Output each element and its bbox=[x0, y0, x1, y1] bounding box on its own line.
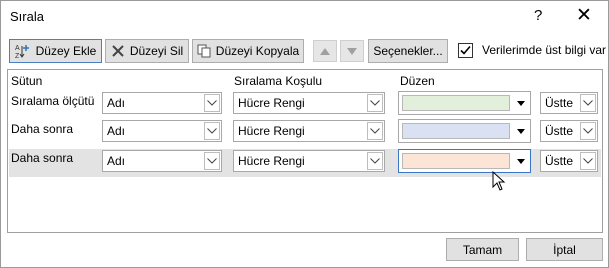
color-swatch bbox=[402, 153, 510, 169]
column-select-value: Adı bbox=[107, 96, 126, 110]
copy-icon bbox=[197, 44, 211, 58]
move-down-button[interactable] bbox=[340, 40, 364, 62]
column-header: Sütun bbox=[11, 74, 43, 88]
chevron-down-icon bbox=[367, 94, 383, 112]
chevron-down-icon bbox=[367, 152, 383, 170]
add-level-icon: A Z bbox=[15, 43, 31, 59]
mouse-cursor-icon bbox=[492, 170, 506, 194]
chevron-down-icon bbox=[580, 94, 596, 112]
color-swatch bbox=[402, 95, 510, 111]
position-select[interactable]: Üstte bbox=[540, 92, 598, 114]
position-select-value: Üstte bbox=[545, 96, 574, 110]
sort-on-select[interactable]: Hücre Rengi bbox=[233, 92, 385, 114]
color-select[interactable] bbox=[398, 119, 531, 143]
title-bar: Sırala ? ✕ bbox=[1, 1, 608, 33]
cancel-label: İptal bbox=[553, 242, 576, 257]
svg-text:A: A bbox=[15, 45, 20, 52]
sort-on-select[interactable]: Hücre Rengi bbox=[233, 150, 385, 172]
svg-text:Z: Z bbox=[15, 53, 20, 59]
chevron-down-icon bbox=[204, 152, 220, 170]
color-select[interactable] bbox=[398, 91, 531, 115]
ok-button[interactable]: Tamam bbox=[446, 238, 519, 261]
delete-level-label: Düzeyi Sil bbox=[129, 44, 184, 58]
chevron-down-icon bbox=[367, 122, 383, 140]
chevron-down-icon bbox=[204, 94, 220, 112]
help-button[interactable]: ? bbox=[534, 7, 542, 24]
sort-levels-grid: Sütun Sıralama Koşulu Düzen Sıralama ölç… bbox=[7, 69, 603, 233]
ok-label: Tamam bbox=[462, 242, 503, 257]
dropdown-arrow-icon bbox=[513, 151, 529, 171]
position-select[interactable]: Üstte bbox=[540, 120, 598, 142]
move-up-icon bbox=[320, 44, 330, 58]
color-select[interactable] bbox=[398, 149, 531, 173]
headers-checkbox[interactable] bbox=[458, 43, 473, 58]
color-swatch bbox=[402, 123, 510, 139]
row-label: Daha sonra bbox=[11, 151, 74, 165]
column-select[interactable]: Adı bbox=[102, 120, 222, 142]
options-button[interactable]: Seçenekler... bbox=[368, 39, 448, 63]
chevron-down-icon bbox=[580, 122, 596, 140]
dialog-title: Sırala bbox=[10, 9, 44, 24]
sort-on-header: Sıralama Koşulu bbox=[234, 74, 323, 88]
dropdown-arrow-icon bbox=[513, 93, 529, 113]
move-down-icon bbox=[347, 44, 357, 58]
column-select[interactable]: Adı bbox=[102, 150, 222, 172]
move-up-button[interactable] bbox=[313, 40, 337, 62]
sort-dialog: Sırala ? ✕ A Z Düzey Ekle Düzeyi Sil Düz… bbox=[0, 0, 609, 268]
sort-on-select[interactable]: Hücre Rengi bbox=[233, 120, 385, 142]
position-select-value: Üstte bbox=[545, 154, 574, 168]
sort-on-select-value: Hücre Rengi bbox=[238, 154, 305, 168]
sort-on-select-value: Hücre Rengi bbox=[238, 96, 305, 110]
add-level-button[interactable]: A Z Düzey Ekle bbox=[9, 39, 102, 63]
position-select[interactable]: Üstte bbox=[540, 150, 598, 172]
row-label: Daha sonra bbox=[11, 122, 74, 136]
headers-checkbox-label: Verilerimde üst bilgi var bbox=[482, 43, 607, 57]
copy-level-label: Düzeyi Kopyala bbox=[215, 44, 300, 58]
column-select-value: Adı bbox=[107, 124, 126, 138]
column-select-value: Adı bbox=[107, 154, 126, 168]
delete-icon bbox=[111, 44, 125, 58]
add-level-label: Düzey Ekle bbox=[35, 44, 97, 58]
copy-level-button[interactable]: Düzeyi Kopyala bbox=[192, 39, 304, 63]
chevron-down-icon bbox=[204, 122, 220, 140]
chevron-down-icon bbox=[580, 152, 596, 170]
position-select-value: Üstte bbox=[545, 124, 574, 138]
options-label: Seçenekler... bbox=[373, 44, 443, 58]
close-button[interactable]: ✕ bbox=[576, 4, 592, 27]
sort-on-select-value: Hücre Rengi bbox=[238, 124, 305, 138]
column-select[interactable]: Adı bbox=[102, 92, 222, 114]
dropdown-arrow-icon bbox=[513, 121, 529, 141]
row-label: Sıralama ölçütü bbox=[11, 94, 95, 108]
checkmark-icon bbox=[460, 45, 471, 55]
cancel-button[interactable]: İptal bbox=[526, 238, 603, 261]
order-header: Düzen bbox=[400, 74, 435, 88]
delete-level-button[interactable]: Düzeyi Sil bbox=[105, 39, 189, 63]
